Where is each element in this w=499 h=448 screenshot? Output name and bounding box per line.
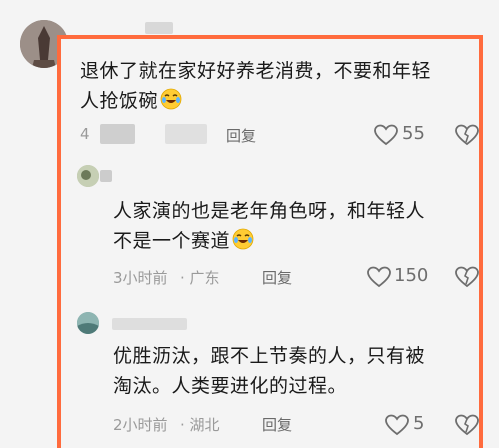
reply-location: · 湖北 bbox=[180, 416, 220, 434]
like-count: 55 bbox=[402, 123, 425, 144]
reply-button[interactable]: 回复 bbox=[262, 414, 292, 435]
broken-heart-icon[interactable] bbox=[455, 266, 479, 288]
redacted-username bbox=[145, 22, 173, 34]
reply-text-line1: 人家演的也是老年角色呀，和年轻人 bbox=[113, 200, 426, 222]
reply-avatar[interactable] bbox=[77, 165, 99, 187]
heart-icon[interactable] bbox=[367, 266, 391, 288]
comment-text-line1: 退休了就在家好好养老消费，不要和年轻 bbox=[80, 60, 432, 82]
comment-text-line2: 人抢饭碗 bbox=[80, 86, 182, 116]
laughing-crying-emoji-icon bbox=[160, 88, 182, 110]
like-count: 150 bbox=[394, 265, 429, 286]
like-count: 5 bbox=[413, 413, 425, 434]
comment-text: 人抢饭碗 bbox=[80, 90, 159, 112]
reply-time: 2小时前 bbox=[113, 416, 168, 434]
laughing-crying-emoji-icon bbox=[232, 228, 254, 250]
broken-heart-icon[interactable] bbox=[455, 124, 479, 146]
heart-icon[interactable] bbox=[374, 124, 398, 146]
heart-icon[interactable] bbox=[385, 414, 409, 436]
reply-location: · 广东 bbox=[180, 269, 220, 287]
comment-meta-time: 4 bbox=[80, 125, 90, 143]
redacted-username bbox=[112, 318, 187, 330]
reply-text-line2: 淘汰。人类要进化的过程。 bbox=[113, 375, 348, 397]
redacted-meta bbox=[165, 124, 207, 144]
reply-button[interactable]: 回复 bbox=[226, 125, 256, 146]
reply-text-line2: 不是一个赛道 bbox=[113, 226, 254, 256]
reply-text-line1: 优胜沥汰，跟不上节奏的人，只有被 bbox=[113, 345, 426, 367]
redacted-meta bbox=[100, 124, 135, 144]
reply-avatar[interactable] bbox=[77, 312, 99, 334]
reply-time: 3小时前 bbox=[113, 269, 168, 287]
redacted-username bbox=[100, 170, 112, 182]
reply-button[interactable]: 回复 bbox=[262, 267, 292, 288]
broken-heart-icon[interactable] bbox=[455, 414, 479, 436]
reply-text: 不是一个赛道 bbox=[113, 230, 231, 252]
